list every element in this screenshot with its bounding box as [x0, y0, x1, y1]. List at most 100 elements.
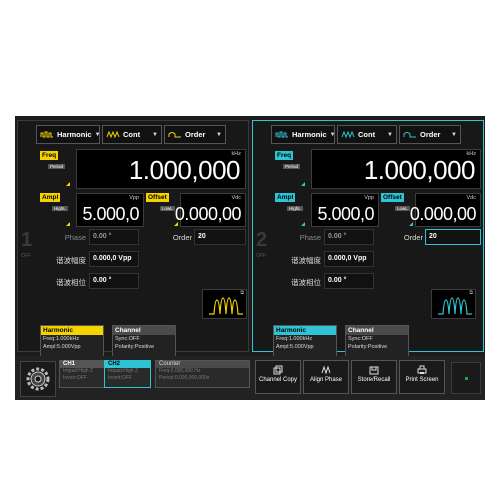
ch1-order-menu-label: Order	[185, 130, 206, 139]
chevron-down-icon: ▼	[152, 131, 158, 138]
ch1-harmonic-card-title: Harmonic	[41, 326, 103, 335]
counter-line: Period:0.000,000,000s	[159, 375, 210, 381]
ch1-order-field[interactable]: 20	[194, 229, 246, 245]
counter-title: Counter	[156, 361, 249, 368]
ch1-ampl-unit: Vpp	[129, 195, 139, 201]
ch2-harmonic-card-line: Freq:1.000kHz	[276, 336, 313, 342]
ch2-ampl-corner	[301, 222, 305, 226]
counter-line: Freq:0.000,000 Hz	[159, 368, 201, 374]
ch2-ampl-field[interactable]: Vpp 5.000,0	[311, 193, 379, 227]
ch1-mode-menu[interactable]: Cont ▼	[102, 125, 162, 144]
ch2-offset-field[interactable]: Vdc 0.000,00	[410, 193, 481, 227]
ch2-output-status[interactable]: CH2 Impad:High Z Invert:OFF	[104, 360, 151, 388]
ch2-freq-field[interactable]: kHz 1.000,000	[311, 149, 481, 189]
ch2-harmonic-phase-field[interactable]: 0.00 °	[324, 273, 374, 289]
chevron-down-icon: ▼	[216, 131, 222, 138]
ch2-order-field[interactable]: 20	[425, 229, 481, 245]
ch2-ampl-value: 5.000,0	[317, 204, 374, 224]
ch2-status-title: CH2	[105, 361, 150, 368]
channel-2-panel: Harmonic ▼ Cont ▼ Order ▼ Freq Period kH…	[252, 120, 484, 358]
ch2-freq-tag: Freq	[275, 151, 294, 160]
print-icon	[417, 365, 427, 374]
ch1-offset-unit: Vdc	[231, 195, 241, 201]
ch1-order-label: Order	[172, 233, 192, 242]
counter-status[interactable]: Counter Freq:0.000,000 Hz Period:0.000,0…	[155, 360, 250, 388]
ch1-state: OFF	[21, 253, 31, 259]
ch1-period-tag: Period	[48, 164, 66, 169]
ch2-status-line: Impad:High Z	[108, 368, 139, 374]
ch2-order-menu[interactable]: Order ▼	[399, 125, 461, 144]
ch1-waveform-preview[interactable]: ⧉	[202, 289, 247, 319]
ch2-ampl-key[interactable]: Ampl HighL	[275, 193, 307, 227]
channel-copy-button[interactable]: Channel Copy	[255, 360, 301, 394]
ch2-ampl-tag: Ampl	[275, 193, 296, 202]
ch2-channel-card-title: Channel	[346, 326, 408, 335]
ch2-channel-card-line: Sync:OFF	[348, 336, 373, 342]
ch2-waveform-preview[interactable]: ⧉	[431, 289, 476, 319]
ch1-harmonic-amplitude-label: 谐波幅度	[56, 256, 86, 265]
generator-screen: Harmonic ▼ Cont ▼ Order ▼ Freq Period kH…	[15, 116, 485, 400]
ch1-highl-tag: HighL	[52, 206, 68, 211]
ch1-output-status[interactable]: CH1 Impad:High Z Invert:OFF	[59, 360, 106, 388]
ch1-ampl-key[interactable]: Ampl HighL	[40, 193, 72, 227]
ch2-phase-field[interactable]: 0.00 °	[324, 229, 374, 245]
settings-button[interactable]	[20, 361, 56, 397]
ch2-harmonic-card-title: Harmonic	[274, 326, 336, 335]
align-icon	[321, 365, 331, 375]
ch2-order-menu-label: Order	[420, 130, 441, 139]
ch1-status-line: Invert:OFF	[63, 375, 87, 381]
print-screen-label: Print Screen	[405, 377, 439, 383]
cont-wave-icon	[341, 131, 355, 138]
status-indicator	[451, 362, 481, 394]
chevron-down-icon: ▼	[451, 131, 457, 138]
ch2-harmonic-card[interactable]: Harmonic Freq:1.000kHz Ampl:5.000Vpp	[273, 325, 337, 358]
align-phase-label: Align Phase	[309, 377, 343, 383]
ch1-order-menu[interactable]: Order ▼	[164, 125, 226, 144]
ch2-freq-key[interactable]: Freq Period	[275, 151, 307, 187]
status-led	[465, 377, 468, 380]
ch2-mode-menu[interactable]: Cont ▼	[337, 125, 397, 144]
ch2-lowl-tag: LowL	[395, 206, 410, 211]
ch1-waveform-menu[interactable]: Harmonic ▼	[36, 125, 101, 144]
ch1-ampl-value: 5.000,0	[82, 204, 139, 224]
harmonic-wave-icon	[40, 131, 53, 138]
ch2-harmonic-phase-label: 谐波相位	[291, 278, 321, 287]
ch2-harmonic-amplitude-label: 谐波幅度	[291, 256, 321, 265]
ch2-ampl-unit: Vpp	[364, 195, 374, 201]
ch2-channel-card[interactable]: Channel Sync:OFF Polarity:Positive	[345, 325, 409, 358]
ch1-freq-field[interactable]: kHz 1.000,000	[76, 149, 246, 189]
store-icon	[369, 366, 379, 375]
align-phase-button[interactable]: Align Phase	[303, 360, 349, 394]
cont-wave-icon	[106, 131, 120, 138]
store-recall-button[interactable]: Store/Recall	[351, 360, 397, 394]
ch2-order-label: Order	[403, 233, 423, 242]
ch1-freq-tag: Freq	[40, 151, 59, 160]
order-wave-icon	[168, 132, 181, 138]
ch1-channel-card-line: Sync:OFF	[115, 336, 140, 342]
ch1-freq-key[interactable]: Freq Period	[40, 151, 72, 187]
ch1-ampl-field[interactable]: Vpp 5.000,0	[76, 193, 144, 227]
ch1-status-line: Impad:High Z	[63, 368, 94, 374]
ch1-harmonic-card-line: Freq:1.000kHz	[43, 336, 80, 342]
chevron-down-icon: ▼	[94, 131, 101, 138]
ch1-harmonic-phase-label: 谐波相位	[56, 278, 86, 287]
ch2-harmonic-amplitude-field[interactable]: 0.000,0 Vpp	[324, 251, 374, 267]
ch1-harmonic-card[interactable]: Harmonic Freq:1.000kHz Ampl:5.000Vpp	[40, 325, 104, 358]
harmonic-wave-icon	[275, 131, 288, 138]
print-screen-button[interactable]: Print Screen	[399, 360, 445, 394]
ch2-freq-corner	[301, 182, 305, 186]
ch1-channel-card[interactable]: Channel Sync:OFF Polarity:Positive	[112, 325, 176, 358]
expand-icon: ⧉	[469, 290, 473, 296]
channel-1-panel: Harmonic ▼ Cont ▼ Order ▼ Freq Period kH…	[17, 120, 249, 358]
ch1-phase-field[interactable]: 0.00 °	[89, 229, 139, 245]
ch2-offset-tag: Offset	[381, 193, 404, 202]
ch2-waveform-label: Harmonic	[292, 130, 327, 139]
ch1-number: 1	[21, 229, 33, 251]
ch1-freq-value: 1.000,000	[128, 155, 241, 185]
store-recall-label: Store/Recall	[357, 377, 391, 383]
ch2-waveform-menu[interactable]: Harmonic ▼	[271, 125, 336, 144]
ch1-offset-field[interactable]: Vdc 0.000,00	[175, 193, 246, 227]
ch1-harmonic-amplitude-field[interactable]: 0.000,0 Vpp	[89, 251, 139, 267]
ch1-harmonic-phase-field[interactable]: 0.00 °	[89, 273, 139, 289]
ch2-number: 2	[256, 229, 268, 251]
